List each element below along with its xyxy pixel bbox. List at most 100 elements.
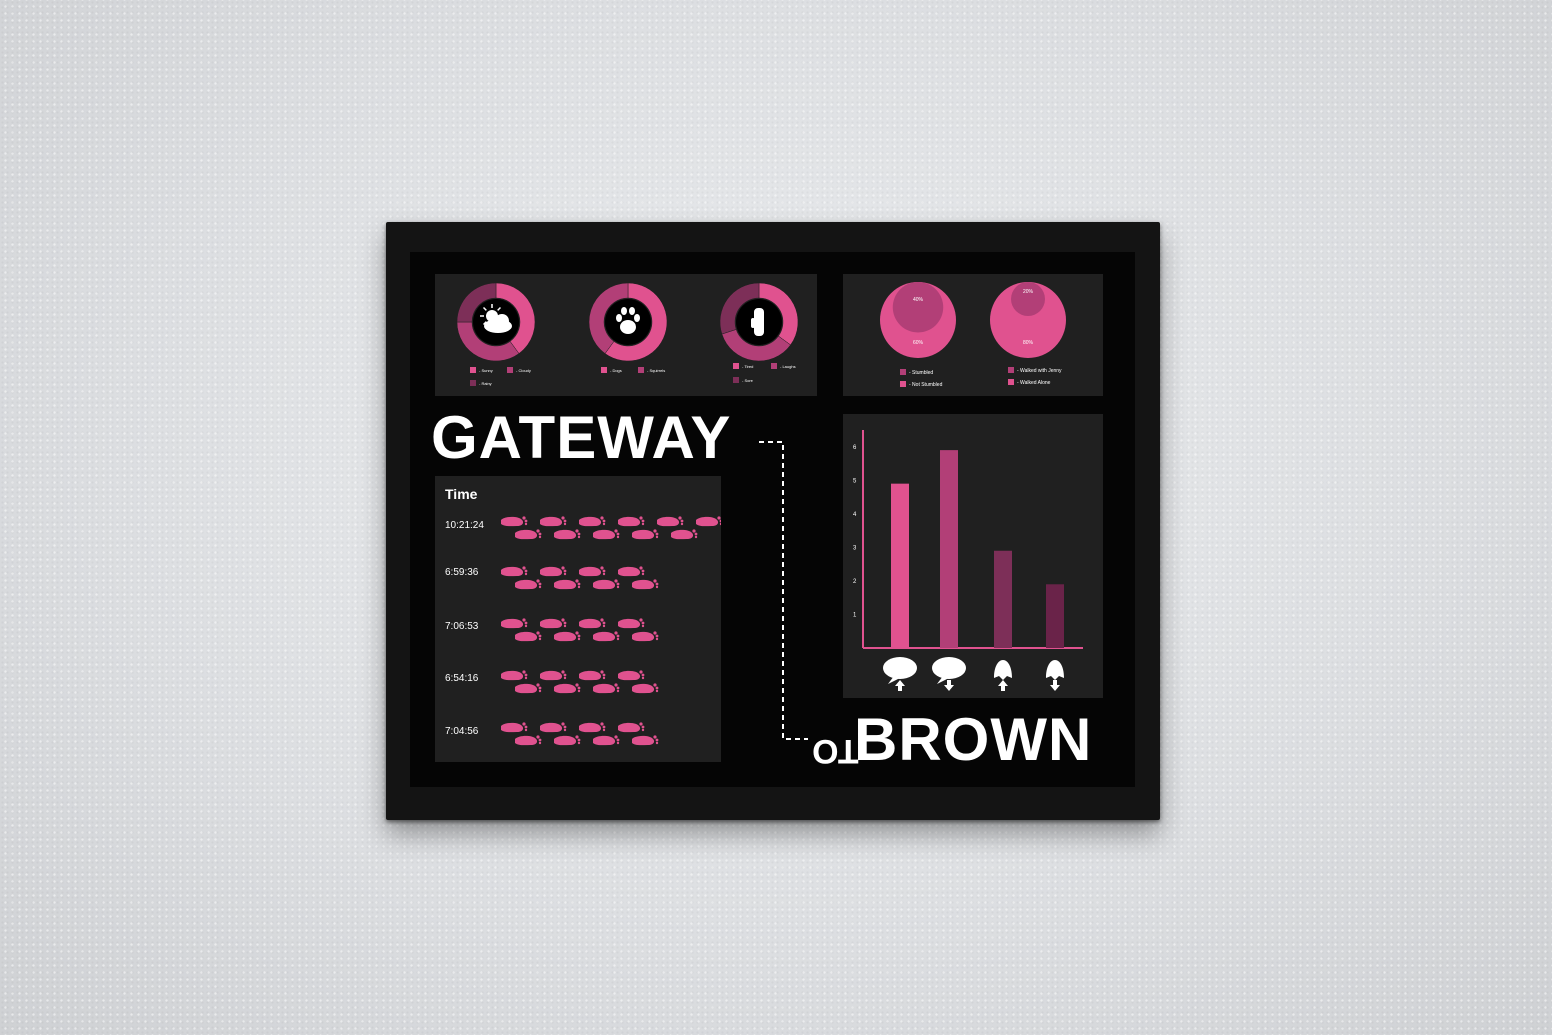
- legend-swatch: [733, 363, 739, 369]
- footprint-icon: [554, 735, 581, 746]
- footprint-icon: [579, 516, 606, 527]
- picture-frame: - Sunny - Cloudy - Rainy - Dogs - Squirrels -…: [386, 222, 1160, 820]
- footprint-icon: [618, 516, 645, 527]
- footprint-icon: [632, 735, 659, 746]
- speech-bubble-up-icon: [883, 657, 917, 691]
- y-tick-label: 6: [853, 445, 857, 451]
- bar: [994, 550, 1012, 648]
- donut-charts-panel: - Sunny - Cloudy - Rainy - Dogs - Squirrels -…: [435, 274, 817, 396]
- footprint-icon: [579, 722, 606, 733]
- footprint-rows: [501, 516, 721, 746]
- footprint-icon: [657, 516, 684, 527]
- footprint-icon: [618, 618, 645, 629]
- snapchat-down-icon: [1046, 660, 1064, 691]
- bar-chart-panel: 1 2 3 4 5 6: [843, 414, 1103, 698]
- footprint-icon: [632, 529, 659, 540]
- bar: [1046, 584, 1064, 648]
- footprint-icon: [501, 566, 528, 577]
- footprint-icon: [618, 566, 645, 577]
- footprint-icon: [618, 722, 645, 733]
- legend-swatch: [507, 367, 513, 373]
- footprint-icon: [579, 618, 606, 629]
- footprint-icon: [540, 566, 567, 577]
- footprint-icon: [593, 735, 620, 746]
- footprint-icon: [501, 516, 528, 527]
- legend-swatch: [733, 377, 739, 383]
- legend-label: - Tired: [742, 364, 753, 369]
- footprint-icon: [696, 516, 721, 527]
- footprint-icon: [579, 670, 606, 681]
- title-brown: BROWN: [854, 706, 1093, 773]
- footprint-icon: [540, 516, 567, 527]
- inner-circle: [1011, 282, 1045, 316]
- legend-swatch: [1008, 379, 1014, 385]
- legend-label: - Dogs: [610, 368, 622, 373]
- footprint-icon: [554, 683, 581, 694]
- donut-charts: - Sunny - Cloudy - Rainy - Dogs - Squirrels -…: [456, 282, 799, 386]
- legend-label: - Sore: [742, 378, 754, 383]
- inner-circle: [892, 282, 944, 333]
- speech-bubble-down-icon: [932, 657, 966, 691]
- footprint-icon: [501, 670, 528, 681]
- title-to: TO: [812, 732, 859, 770]
- footprint-icon: [501, 618, 528, 629]
- snapchat-up-icon: [994, 660, 1012, 691]
- legend-label: - Walked with Jenny: [1017, 368, 1062, 374]
- footprint-icon: [540, 618, 567, 629]
- footprint-icon: [632, 683, 659, 694]
- legend-label: - Laughs: [780, 364, 796, 369]
- percent-label: 60%: [913, 340, 924, 346]
- legend-label: - Stumbled: [909, 370, 933, 376]
- y-tick-label: 3: [853, 545, 857, 551]
- footprint-icon: [554, 529, 581, 540]
- footprint-icon: [540, 722, 567, 733]
- time-footprints-panel: Time 10:21:24 6:59:36 7:06:53 6:54:16 7:…: [435, 476, 721, 762]
- infographic-poster: - Sunny - Cloudy - Rainy - Dogs - Squirrels -…: [410, 252, 1135, 787]
- legend-label: - Walked Alone: [1017, 380, 1051, 386]
- percent-label: 80%: [1023, 340, 1034, 346]
- footprint-icon: [515, 529, 542, 540]
- legend-label: - Cloudy: [516, 368, 531, 373]
- y-tick-label: 2: [853, 579, 857, 585]
- footprint-icon: [579, 566, 606, 577]
- footprint-icon: [632, 579, 659, 590]
- footprint-icon: [618, 670, 645, 681]
- legend-swatch: [771, 363, 777, 369]
- percentage-circles-panel: 40% 60% - Stumbled - Not Stumbled 20% 80% - Wa…: [843, 274, 1103, 396]
- footprint-icon: [515, 579, 542, 590]
- footprint-icon: [515, 631, 542, 642]
- bar: [891, 483, 909, 648]
- legend-swatch: [900, 369, 906, 375]
- footprint-icon: [671, 529, 698, 540]
- legend-label: - Sunny: [479, 368, 493, 373]
- footprint-icon: [554, 631, 581, 642]
- legend-swatch: [638, 367, 644, 373]
- footprint-icon: [501, 722, 528, 733]
- footprint-icon: [554, 579, 581, 590]
- bar-chart: 1 2 3 4 5 6: [853, 430, 1083, 691]
- footprint-icon: [593, 529, 620, 540]
- legend-swatch: [470, 380, 476, 386]
- legend-swatch: [900, 381, 906, 387]
- title-gateway: GATEWAY: [431, 404, 732, 471]
- bar: [940, 450, 958, 648]
- legend-swatch: [470, 367, 476, 373]
- legend-label: - Not Stumbled: [909, 382, 943, 388]
- legend-label: - Rainy: [479, 381, 492, 386]
- legend-label: - Squirrels: [647, 368, 665, 373]
- footprint-icon: [593, 579, 620, 590]
- percentage-circles: 40% 60% - Stumbled - Not Stumbled 20% 80% - Wa…: [880, 282, 1066, 388]
- percent-label: 20%: [1023, 289, 1034, 295]
- y-tick-label: 5: [853, 478, 857, 484]
- footprint-icon: [593, 683, 620, 694]
- footprint-icon: [515, 683, 542, 694]
- footprint-icon: [515, 735, 542, 746]
- footprint-icon: [632, 631, 659, 642]
- legend-swatch: [1008, 367, 1014, 373]
- percent-label: 40%: [913, 297, 924, 303]
- y-tick-label: 4: [853, 512, 857, 518]
- y-tick-label: 1: [853, 612, 857, 618]
- footprint-icon: [593, 631, 620, 642]
- legend-swatch: [601, 367, 607, 373]
- footprint-icon: [540, 670, 567, 681]
